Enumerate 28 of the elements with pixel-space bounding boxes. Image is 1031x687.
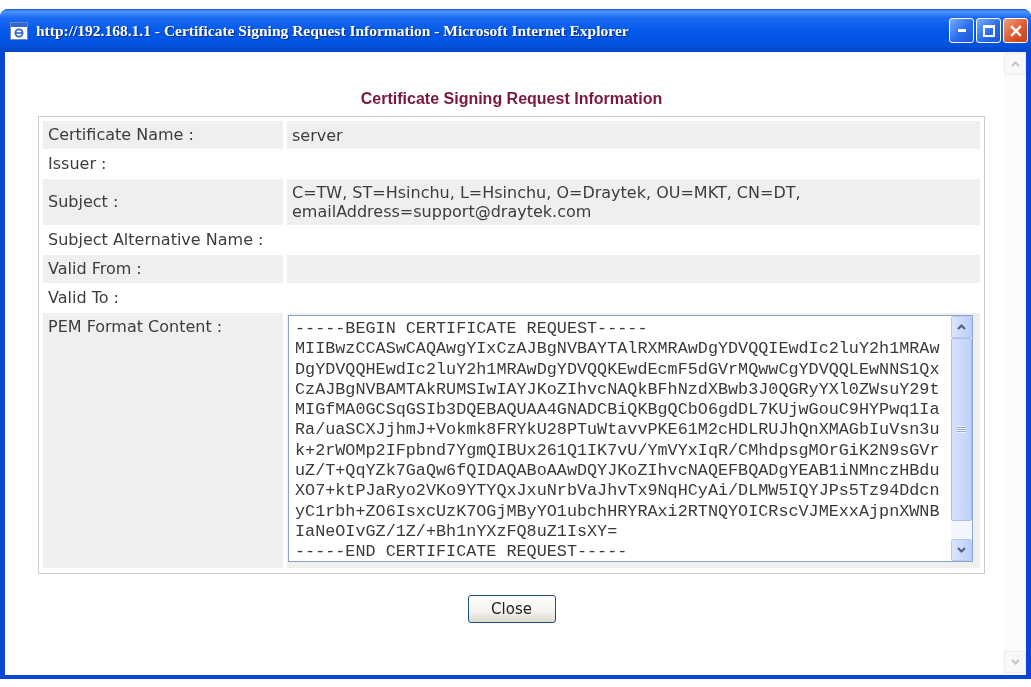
scrollbar-thumb[interactable] <box>951 338 972 521</box>
field-label: Valid From : <box>48 259 142 278</box>
chevron-up-icon <box>957 324 966 330</box>
maximize-icon <box>982 24 995 37</box>
chevron-up-icon <box>1010 61 1020 67</box>
close-button[interactable]: Close <box>467 595 556 623</box>
field-label: Issuer : <box>48 154 107 173</box>
field-value: C=TW, ST=Hsinchu, L=Hsinchu, O=Draytek, OU=MKT, CN=DT, emailAddress=support@draytek.com <box>292 183 801 221</box>
window-icon <box>10 21 28 40</box>
scrollbar[interactable] <box>951 316 972 561</box>
chevron-down-icon <box>957 547 966 553</box>
field-label: PEM Format Content : <box>48 317 223 336</box>
chevron-down-icon <box>1010 659 1020 665</box>
close-icon <box>1009 24 1022 37</box>
minimize-button[interactable] <box>949 18 974 43</box>
page-heading: Certificate Signing Request Information <box>360 90 663 107</box>
scroll-down-button[interactable] <box>951 539 972 561</box>
field-label: Certificate Name : <box>48 125 194 144</box>
field-label: Subject Alternative Name : <box>48 230 264 249</box>
scroll-up-button[interactable] <box>951 316 972 338</box>
field-value: server <box>292 125 343 145</box>
minimize-icon <box>957 29 966 32</box>
close-window-button[interactable] <box>1003 18 1028 43</box>
window-title: http://192.168.1.1 - Certificate Signing Request Information - Microsoft Internet Explorer <box>36 20 629 41</box>
maximize-button[interactable] <box>976 18 1001 43</box>
field-label: Subject : <box>48 192 119 211</box>
pem-textarea[interactable]: -----BEGIN CERTIFICATE REQUEST----- MIIBwzCCASwCAQAwgYIxCzAJBgNVBAYTAlRXMRAwDgYDVQQIEwdIc2luY2h1MRAw DgYDVQQHEwdIc2luY2h1MRAwDgYDVQQKEwdEcmF5dGVrMQwwCgYDVQQLEwNNS1Qx CzAJBgNVBAMTAkRUMSIwIAYJKoZIhvcNAQkBFhNzdXBwb3J0QGRyYXl0ZWsuY29t MIGfMA0GCSqGSIb3DQEBAQUAA4GNADCBiQKBgQCbO6gdDL7KUjwGouC9HYPwq1Ia Ra/uaSCXJjhmJ+Vokmk8FRYkU28PTuWtavvPKE61M2cHDLRUJhQnXMAGbIuVsn3u k+2rWOMp2IFpbnd7YgmQIBUx261Q1IK7vU/YmVYxIqR/CMhdpsgMOrGiK2N9sGVr uZ/T+QqYZk7GaQw6fQIDAQABoAAwDQYJKoZIhvcNAQEFBQADgYEAB1iNMnczHBdu XO7+ktPJaRyo2VKo9YTYQxJxuNrbVaJhvTx9NqHCyAi/DLMW5IQYJPs5Tz94Ddcn yC1rbh+ZO6IsxcUzK7OGjMByYO1ubchHRYRAxi2RTNQYOICRscVJMExxAjpnXWNB IaNeOIvGZ/1Z/+Bh1nYXzFQ8uZ1IsXY= -----END CERTIFICATE REQUEST----- <box>288 315 973 562</box>
field-label: Valid To : <box>48 288 119 307</box>
